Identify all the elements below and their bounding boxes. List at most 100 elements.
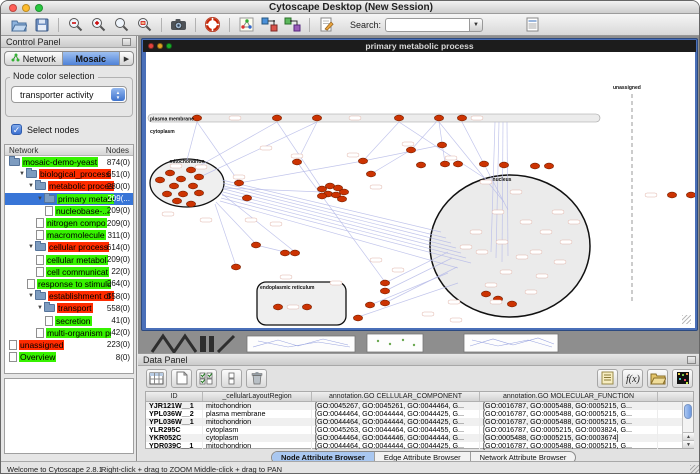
tab-overflow-arrow[interactable]: ▶ (120, 52, 133, 65)
tree-item-cellular-process[interactable]: ▼cellular process614(0) (5, 241, 133, 253)
col-header-region[interactable]: _cellularLayoutRegion (203, 392, 312, 401)
expander-icon[interactable]: ▼ (18, 171, 26, 177)
table-row[interactable]: YDR039C__1mitochondrion[GO:0044464, GO:0… (146, 442, 693, 450)
network-node[interactable] (366, 171, 375, 177)
tree-item-biological-process[interactable]: ▼biological_process651(0) (5, 168, 133, 180)
network-node[interactable] (317, 186, 326, 192)
network-node[interactable] (339, 189, 348, 195)
network-node[interactable] (292, 159, 301, 165)
matrix-icon[interactable] (672, 369, 693, 388)
col-header-molecular-function[interactable]: annotation.GO MOLECULAR_FUNCTION (480, 392, 658, 401)
network-node[interactable] (457, 115, 466, 121)
plasma-membrane-region[interactable] (148, 114, 600, 122)
network-node[interactable] (337, 196, 346, 202)
tree-item-secretion[interactable]: secretion41(0) (5, 314, 133, 326)
expander-icon[interactable]: ▼ (36, 196, 44, 202)
tree-item-nitrogen-compo[interactable]: nitrogen compo209(0) (5, 217, 133, 229)
network-node[interactable] (544, 163, 553, 169)
zoom-selected-icon[interactable] (135, 16, 154, 34)
network-node[interactable] (178, 191, 187, 197)
tab-network[interactable]: Network (5, 52, 63, 65)
expander-icon[interactable]: ▼ (27, 244, 35, 250)
scrollbar-thumb[interactable] (684, 404, 692, 419)
network-node[interactable] (479, 161, 488, 167)
tree-item-overview[interactable]: Overview8(0) (5, 351, 133, 363)
network-node[interactable] (165, 170, 174, 176)
network-node[interactable] (416, 162, 425, 168)
network-node[interactable] (437, 142, 446, 148)
network-node[interactable] (176, 176, 185, 182)
unselect-attributes-icon[interactable] (221, 369, 242, 388)
select-attributes-icon[interactable] (196, 369, 217, 388)
help-icon[interactable] (203, 16, 222, 34)
expander-icon[interactable]: ▼ (27, 293, 35, 299)
canvas-resize-grip[interactable] (682, 315, 691, 324)
tree-item-unassigned[interactable]: unassigned223(0) (5, 339, 133, 351)
scroll-up-icon[interactable]: ▲ (683, 432, 694, 440)
network-node[interactable] (380, 288, 389, 294)
network-node[interactable] (394, 115, 403, 121)
tree-item-nucleobase[interactable]: nucleobase-...209(0) (5, 205, 133, 217)
tree-item-cell-communicat[interactable]: cell communicat22(0) (5, 266, 133, 278)
col-header-cellular-component[interactable]: annotation.GO CELLULAR_COMPONENT (312, 392, 480, 401)
expander-icon[interactable]: ▼ (27, 183, 35, 189)
network-node[interactable] (380, 300, 389, 306)
save-icon[interactable] (32, 16, 51, 34)
zoom-out-icon[interactable] (66, 16, 85, 34)
network-node[interactable] (353, 315, 362, 321)
search-input[interactable] (385, 18, 469, 32)
col-header-id[interactable]: ID (146, 392, 203, 401)
network-node[interactable] (440, 161, 449, 167)
network-node[interactable] (302, 304, 311, 310)
network-nodes[interactable] (155, 115, 695, 321)
tree-item-mosaic-demo-yeast[interactable]: mosaic-demo-yeast874(0) (5, 156, 133, 168)
delete-attribute-icon[interactable] (246, 369, 267, 388)
tree-item-multi-organism-pro[interactable]: multi-organism pro42(0) (5, 327, 133, 339)
filter-icon[interactable] (523, 16, 542, 34)
table-row[interactable]: YPL036W__2plasma membrane[GO:0044464, GO… (146, 410, 693, 418)
expander-icon[interactable]: ▼ (36, 305, 44, 311)
float-panel-icon[interactable] (122, 38, 131, 46)
node-color-dropdown[interactable]: transporter activity ▲▼ (11, 86, 127, 103)
network-node[interactable] (188, 183, 197, 189)
network-node[interactable] (242, 195, 251, 201)
tree-item-primary-metabo[interactable]: ▼primary metabo209(... (5, 193, 133, 205)
network-node[interactable] (169, 183, 178, 189)
float-panel-icon[interactable] (687, 356, 696, 364)
title-bar[interactable]: Cytoscape Desktop (New Session) (1, 1, 700, 14)
annotation-icon[interactable] (317, 16, 336, 34)
network-node[interactable] (231, 264, 240, 270)
attribute-table-icon[interactable] (146, 369, 167, 388)
table-row[interactable]: YKR052Ccytoplasm[GO:0044464, GO:0044446,… (146, 434, 693, 442)
network-node[interactable] (194, 190, 203, 196)
network-node[interactable] (358, 158, 367, 164)
zoom-in-icon[interactable] (89, 16, 108, 34)
tree-item-metabolic-process[interactable]: ▼metabolic process280(0) (5, 180, 133, 192)
zoom-fit-icon[interactable] (112, 16, 131, 34)
network-canvas[interactable]: plasma membrane cytoplasm mitochondrion … (146, 52, 695, 328)
zoom-button[interactable] (35, 4, 43, 12)
network-window-titlebar[interactable]: primary metabolic process (143, 40, 696, 52)
inner-zoom-button[interactable] (166, 43, 172, 49)
snapshot-icon[interactable] (169, 16, 188, 34)
tree-item-response-to-stimulu[interactable]: response to stimulu264(0) (5, 278, 133, 290)
tab-mosaic[interactable]: Mosaic (63, 52, 121, 65)
scroll-down-icon[interactable]: ▼ (683, 440, 694, 448)
birds-eye-view[interactable] (4, 378, 134, 454)
table-row[interactable]: YLR295Ccytoplasm[GO:0045263, GO:0044464,… (146, 426, 693, 434)
network-node[interactable] (317, 193, 326, 199)
network-node[interactable] (507, 301, 516, 307)
network-node[interactable] (273, 304, 282, 310)
search-dropdown-icon[interactable]: ▼ (469, 18, 483, 32)
table-row[interactable]: YJR121W__1mitochondrion[GO:0045267, GO:0… (146, 402, 693, 410)
window-resize-grip[interactable] (690, 465, 700, 474)
minimize-button[interactable] (22, 4, 30, 12)
network-node[interactable] (365, 302, 374, 308)
nucleus-region[interactable] (430, 175, 590, 317)
layout-icon[interactable] (260, 16, 279, 34)
new-attribute-icon[interactable] (171, 369, 192, 388)
table-row[interactable]: YPL036W__1mitochondrion[GO:0044464, GO:0… (146, 418, 693, 426)
network-node[interactable] (186, 201, 195, 207)
network-node[interactable] (162, 191, 171, 197)
table-scrollbar[interactable]: ▲ ▼ (682, 402, 693, 448)
